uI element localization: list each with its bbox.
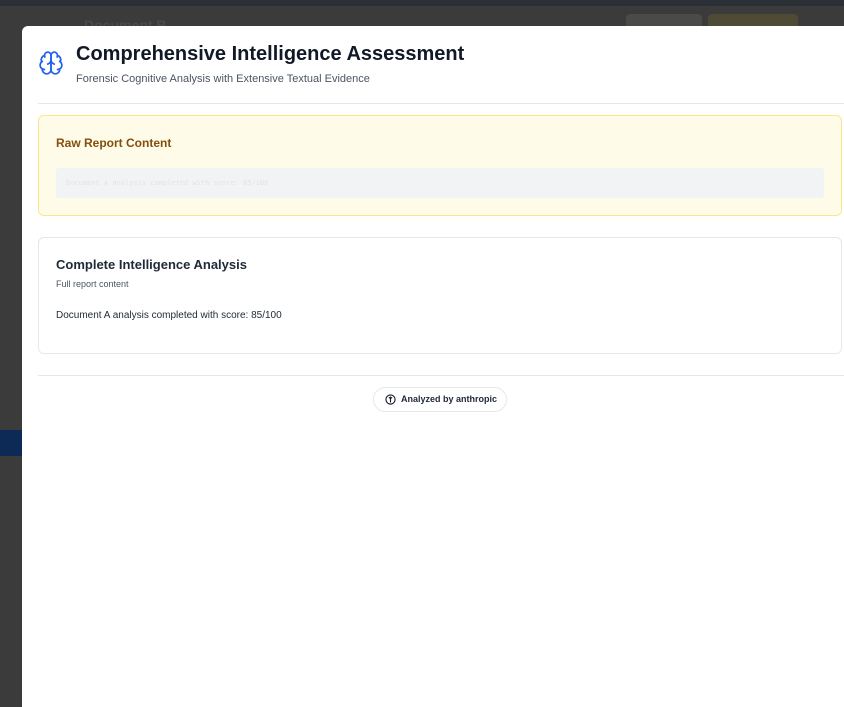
info-icon — [385, 394, 396, 405]
modal-title: Comprehensive Intelligence Assessment — [76, 43, 465, 65]
footer-divider — [38, 375, 844, 376]
analyzed-by-label: Analyzed by anthropic — [401, 394, 498, 404]
analysis-card: Complete Intelligence Analysis Full repo… — [38, 237, 842, 354]
assessment-modal: Comprehensive Intelligence Assessment Fo… — [22, 26, 844, 707]
raw-report-title: Raw Report Content — [56, 136, 172, 150]
analysis-body: Document A analysis completed with score… — [56, 310, 282, 321]
modal-subtitle: Forensic Cognitive Analysis with Extensi… — [76, 73, 370, 85]
background-topbar — [0, 0, 844, 6]
brain-icon — [39, 51, 63, 75]
analysis-title: Complete Intelligence Analysis — [56, 257, 247, 272]
background-strip — [0, 430, 22, 456]
analysis-subtitle: Full report content — [56, 279, 129, 289]
raw-report-card: Raw Report Content Document A analysis c… — [38, 115, 842, 216]
analyzed-by-badge: Analyzed by anthropic — [373, 387, 507, 412]
modal-header: Comprehensive Intelligence Assessment Fo… — [38, 26, 844, 104]
raw-report-content: Document A analysis completed with score… — [56, 168, 824, 198]
